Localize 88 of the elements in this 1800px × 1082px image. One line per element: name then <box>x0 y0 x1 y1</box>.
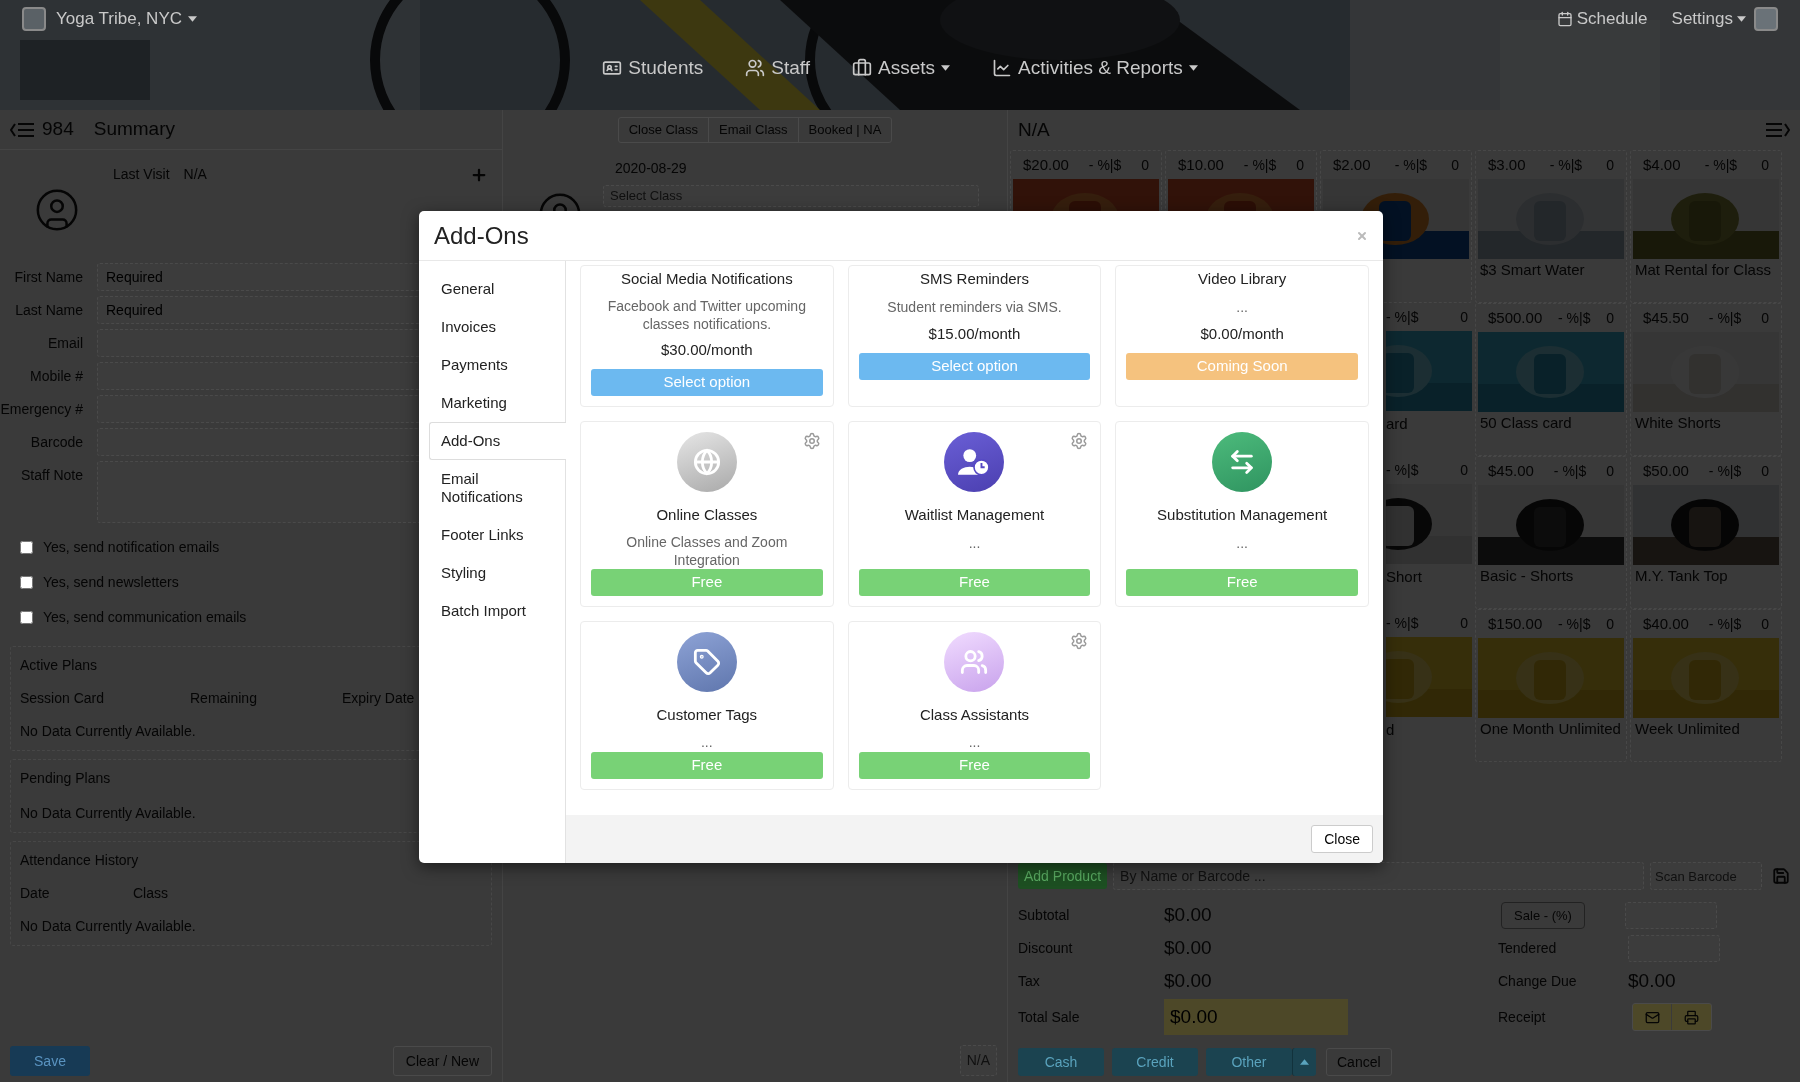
discount-toggle[interactable]: - %|$ <box>1708 460 1742 482</box>
coming-soon-button[interactable]: Coming Soon <box>1126 353 1358 380</box>
caret-icon <box>1737 15 1746 22</box>
payment-button[interactable]: Other <box>1206 1048 1292 1076</box>
addon-description: ... <box>967 533 982 553</box>
free-button[interactable]: Free <box>591 752 823 779</box>
header-link[interactable]: Schedule <box>1556 6 1648 32</box>
discount-toggle[interactable]: - %|$ <box>1553 460 1587 482</box>
settings-icon[interactable] <box>1070 432 1089 450</box>
addon-description: ... <box>1235 297 1249 317</box>
avatar-icon <box>34 187 80 233</box>
logo-icon[interactable] <box>22 6 46 31</box>
addon-title: Waitlist Management <box>904 505 1045 525</box>
discount-toggle[interactable]: - %|$ <box>1394 154 1428 176</box>
discount-toggle[interactable]: - %|$ <box>1243 154 1277 176</box>
nav-link[interactable]: Activities & Reports <box>992 53 1198 82</box>
collapse-menu-icon[interactable] <box>10 121 34 138</box>
nav-link[interactable]: Staff <box>745 53 810 82</box>
settings-tab[interactable]: Payments <box>429 346 566 384</box>
settings-tab[interactable]: Styling <box>429 554 566 592</box>
addon-description: Student reminders via SMS. <box>886 297 1063 317</box>
discount-toggle[interactable]: - %|$ <box>1558 307 1591 329</box>
header-link[interactable]: Settings <box>1671 6 1746 32</box>
discount-toggle[interactable]: - %|$ <box>1386 459 1419 481</box>
free-button[interactable]: Free <box>591 568 823 596</box>
settings-tab[interactable]: Email Notifications <box>429 460 566 516</box>
addon-title: Substitution Management <box>1157 505 1328 525</box>
select-option-button[interactable]: Select option <box>591 369 823 396</box>
payment-button[interactable]: Credit <box>1112 1048 1198 1076</box>
settings-icon[interactable] <box>802 432 821 450</box>
caret-icon <box>1300 1059 1309 1065</box>
discount-toggle[interactable]: - %|$ <box>1704 154 1738 176</box>
addon-title: Social Media Notifications <box>620 269 793 289</box>
addon-title: Class Assistants <box>919 704 1030 725</box>
avatar[interactable] <box>1754 6 1778 31</box>
caret-icon <box>188 15 197 22</box>
caret-icon <box>941 64 950 71</box>
addon-title: Online Classes <box>656 505 758 525</box>
briefcase-icon <box>852 57 872 78</box>
settings-tab[interactable]: Batch Import <box>429 592 566 630</box>
discount-toggle[interactable]: - %|$ <box>1708 307 1742 329</box>
settings-tab[interactable]: Marketing <box>429 384 566 422</box>
line-chart-icon <box>992 57 1012 78</box>
more-payment-button[interactable] <box>1292 1048 1316 1076</box>
addon-title: SMS Reminders <box>919 269 1030 289</box>
caret-icon <box>1188 64 1198 71</box>
discount-toggle[interactable]: - %|$ <box>1088 154 1122 176</box>
discount-toggle[interactable]: - %|$ <box>1708 613 1742 635</box>
addon-price: $15.00/month <box>928 323 1021 344</box>
checkbox[interactable] <box>20 576 33 589</box>
calendar-icon <box>1556 10 1573 27</box>
addon-price: $30.00/month <box>660 339 753 360</box>
discount-toggle[interactable]: - %|$ <box>1558 613 1591 635</box>
close-button[interactable]: Close <box>1311 825 1373 853</box>
settings-icon[interactable] <box>1070 631 1089 650</box>
settings-tab[interactable]: Add-Ons <box>429 422 566 460</box>
addon-description: Facebook and Twitter upcoming classes notifications. <box>606 296 807 333</box>
expand-menu-icon[interactable] <box>1766 122 1790 138</box>
nav-link[interactable]: Students <box>602 53 704 82</box>
checkbox[interactable] <box>20 541 33 554</box>
free-button[interactable]: Free <box>858 752 1091 779</box>
addon-description: ... <box>1235 533 1249 553</box>
save-icon[interactable] <box>1772 867 1790 885</box>
addon-description: ... <box>967 733 982 752</box>
free-button[interactable]: Free <box>858 568 1091 596</box>
mail-icon <box>1644 1009 1660 1025</box>
settings-tab[interactable]: Footer Links <box>429 516 566 554</box>
brand-link[interactable]: Yoga Tribe, NYC <box>56 6 197 32</box>
close-icon[interactable] <box>1356 229 1368 242</box>
add-product-button[interactable]: Add Product <box>1018 863 1108 889</box>
addon-description: ... <box>700 733 714 752</box>
addon-price: $0.00/month <box>1200 323 1284 344</box>
select-option-button[interactable]: Select option <box>858 353 1091 380</box>
nav-link[interactable]: Assets <box>852 53 950 82</box>
payment-button[interactable]: Cash <box>1018 1048 1104 1076</box>
dialog-title: Add-Ons <box>434 220 529 251</box>
addon-title: Customer Tags <box>656 704 758 725</box>
addon-title: Video Library <box>1198 269 1287 289</box>
checkbox[interactable] <box>20 611 33 624</box>
free-button[interactable]: Free <box>1126 568 1358 596</box>
discount-toggle[interactable]: - %|$ <box>1386 612 1419 634</box>
addon-description: Online Classes and Zoom Integration <box>625 532 789 569</box>
total-sale-value: $0.00 <box>1164 999 1348 1035</box>
users-icon <box>745 57 766 78</box>
discount-toggle[interactable]: - %|$ <box>1549 154 1583 176</box>
discount-toggle[interactable]: - %|$ <box>1386 306 1419 328</box>
save-button[interactable]: Save <box>10 1046 90 1076</box>
print-icon <box>1684 1009 1699 1025</box>
